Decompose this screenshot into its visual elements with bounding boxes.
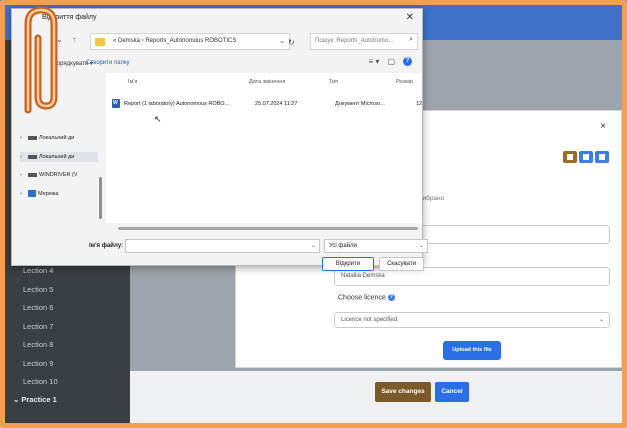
cancel-button[interactable]: Cancel [435, 382, 469, 402]
sidebar-section-label: Practice 1 [21, 395, 57, 404]
chevron-right-icon: › [20, 135, 22, 141]
sidebar-item-lection-4[interactable]: Lection 4 [23, 266, 53, 275]
file-name-input[interactable]: ⌄ [125, 239, 320, 253]
file-type: Документ Microso... [335, 101, 385, 107]
nav-item-network[interactable]: › Мережа [20, 190, 59, 197]
dialog-close-icon[interactable]: ✕ [406, 12, 414, 23]
nav-item-label: WINDRIVER (V [39, 172, 78, 178]
chevron-down-icon[interactable]: ⌄ [311, 242, 316, 249]
licence-select[interactable]: Licence not specified ⌄ [334, 312, 610, 328]
dialog-toolbar: Упорядкувати ▾ Створити папку ≡ ▾ ▢ ? [12, 56, 422, 72]
grid-view-icon[interactable] [563, 151, 577, 163]
sidebar-item-lection-9[interactable]: Lection 9 [23, 359, 53, 368]
upload-file-button[interactable]: Upload this file [443, 341, 501, 360]
help-icon[interactable]: ? [387, 294, 395, 301]
chevron-down-icon: ⌄ [598, 317, 604, 323]
new-folder-button[interactable]: Створити папку [86, 60, 130, 66]
dialog-nav-bar: ⌄ ↑ « Demska › Reports_Autonomous ROBOTI… [12, 29, 422, 53]
file-list: Ім'я Дата змінення Тип Розмір Report (1 … [106, 73, 422, 223]
close-icon[interactable]: × [600, 121, 606, 132]
list-view-icon[interactable] [579, 151, 593, 163]
chevron-right-icon: › [20, 172, 22, 178]
column-header-name[interactable]: Ім'я [128, 79, 137, 85]
dialog-cancel-button[interactable]: Скасувати [379, 257, 424, 271]
licence-label-text: Choose licence [338, 294, 386, 302]
sidebar-item-lection-8[interactable]: Lection 8 [23, 340, 53, 349]
column-header-size[interactable]: Розмір [396, 79, 413, 85]
network-icon [28, 190, 36, 197]
search-input[interactable]: Пошук: Reports_Autonomo... ⌕ [310, 33, 418, 50]
view-options-icon[interactable]: ≡ ▾ [369, 57, 380, 66]
view-mode-buttons [563, 151, 609, 163]
nav-scrollbar[interactable] [99, 177, 102, 219]
paperclip-logo-icon [24, 6, 58, 114]
refresh-icon[interactable]: ↻ [288, 38, 295, 47]
nav-item-label: Мережа [38, 190, 59, 197]
address-bar[interactable]: « Demska › Reports_Autonomous ROBOTICS ⌄ [90, 33, 290, 50]
column-header-type[interactable]: Тип [329, 79, 338, 85]
nav-item-windriver[interactable]: › WINDRIVER (V [20, 172, 78, 178]
chevron-down-icon: ⌄ [418, 243, 424, 249]
column-header-modified[interactable]: Дата змінення [249, 79, 285, 85]
sidebar-item-lection-7[interactable]: Lection 7 [23, 322, 53, 331]
chevron-right-icon: › [20, 190, 22, 197]
file-list-scrollbar[interactable] [118, 227, 418, 230]
chevron-right-icon: › [20, 154, 22, 160]
preview-pane-icon[interactable]: ▢ [387, 57, 395, 66]
licence-select-value: Licence not specified [341, 317, 398, 323]
toolbar-view-controls: ≡ ▾ ▢ ? [369, 57, 412, 66]
chevron-down-icon[interactable]: ⌄ [279, 37, 285, 45]
author-field[interactable]: Nataliia Demska [334, 267, 610, 286]
open-file-dialog: Відкриття файлу ✕ ⌄ ↑ « Demska › Reports… [11, 8, 428, 271]
sidebar-item-lection-6[interactable]: Lection 6 [23, 303, 53, 312]
nav-item-local-disk-2[interactable]: › Локальний ди [20, 152, 98, 162]
open-button[interactable]: Відкрити [322, 257, 374, 271]
licence-label: Choose licence? [338, 294, 395, 301]
folder-view-icon[interactable] [595, 151, 609, 163]
search-icon: ⌕ [409, 36, 413, 43]
sidebar-item-lection-10[interactable]: Lection 10 [23, 377, 58, 386]
save-changes-button[interactable]: Save changes [375, 382, 431, 402]
nav-item-local-disk-1[interactable]: › Локальний ди [20, 135, 74, 141]
up-arrow-icon[interactable]: ↑ [72, 35, 76, 44]
mouse-cursor-icon: ↖ [154, 114, 162, 124]
file-row[interactable]: Report (1 laboratory) Autonomous ROBO...… [112, 99, 422, 111]
drive-icon [28, 135, 37, 140]
file-name: Report (1 laboratory) Autonomous ROBO... [124, 101, 230, 107]
file-size: 12 [416, 101, 423, 107]
drive-icon [28, 154, 37, 159]
help-icon[interactable]: ? [403, 57, 412, 66]
dialog-title-bar: Відкриття файлу ✕ [12, 9, 422, 29]
folder-icon [95, 38, 105, 46]
sidebar-item-lection-5[interactable]: Lection 5 [23, 285, 53, 294]
drive-icon [28, 172, 37, 177]
address-path: « Demska › Reports_Autonomous ROBOTICS [113, 38, 237, 44]
sidebar-section-practice-1[interactable]: ⌄ Practice 1 [13, 395, 57, 404]
file-name-label: Ім'я файлу: [89, 243, 123, 249]
file-modified: 25.07.2024 11:27 [255, 101, 298, 107]
file-type-select[interactable]: Усі файли ⌄ [324, 239, 428, 253]
file-type-value: Усі файли [329, 243, 357, 249]
word-document-icon [112, 99, 120, 108]
nav-item-label: Локальний ди [39, 154, 75, 160]
nav-item-label: Локальний ди [39, 135, 75, 141]
search-placeholder: Пошук: Reports_Autonomo... [315, 38, 394, 44]
